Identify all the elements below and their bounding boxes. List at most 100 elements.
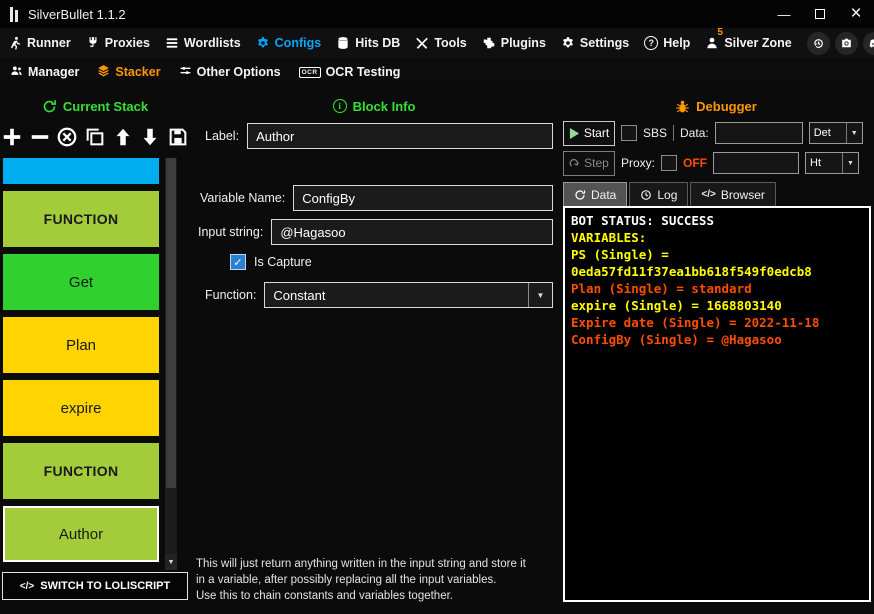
stacker-icon [97,64,110,80]
play-icon [569,127,579,139]
clear-stack-icon[interactable] [55,125,79,150]
maximize-button[interactable] [802,0,838,28]
stack-block[interactable]: FUNCTION [3,191,159,247]
tab-browser[interactable]: </> Browser [690,182,776,206]
menu-item-runner[interactable]: Runner [8,36,71,50]
menu-item-wordlists[interactable]: Wordlists [165,36,241,50]
scrollbar-thumb[interactable] [166,158,176,488]
submenu-item-other-options[interactable]: Other Options [179,64,281,80]
proxy-type-value: Ht [810,157,822,169]
separator [673,125,675,141]
window-controls: — × [766,0,874,28]
remove-block-icon[interactable] [28,125,52,150]
log-line: 0eda57fd11f37ea1bb618f549f0edcb8 [571,264,812,279]
discord-icon[interactable] [862,31,874,55]
close-button[interactable]: × [838,0,874,28]
menu-item-settings[interactable]: Settings [561,36,629,50]
wordlists-icon [165,36,179,50]
maximize-icon [815,9,825,19]
submenu-item-manager[interactable]: Manager [10,64,79,80]
save-config-icon[interactable] [166,125,190,150]
proxy-input[interactable] [713,152,800,174]
stack-toolbar [0,117,190,157]
tab-label: Log [657,187,678,202]
proxy-off-status: OFF [683,156,708,170]
menu-item-label: Configs [274,36,322,50]
block-stack-list: FUNCTION Get Plan expire FUNCTION Author [2,158,162,570]
log-line: PS (Single) = [571,247,669,262]
variable-name-input[interactable] [293,185,553,211]
history-icon[interactable] [806,31,830,55]
proxy-checkbox[interactable] [661,155,678,171]
menu-item-configs[interactable]: Configs [256,36,322,50]
submenu-item-label: Manager [28,65,80,79]
menu-item-proxies[interactable]: Proxies [86,36,150,50]
clock-icon [641,189,652,200]
log-line: ConfigBy (Single) = @Hagasoo [571,332,782,347]
label-field-row: Label: [205,123,553,149]
variable-name-field-row: Variable Name: [200,185,553,211]
duplicate-block-icon[interactable] [83,125,107,150]
submenu-item-ocr-testing[interactable]: OCR OCR Testing [298,65,401,79]
start-button-label: Start [583,126,610,140]
stack-block-selected[interactable]: Author [3,506,159,562]
debugger-log-output: BOT STATUS: SUCCESS VARIABLES: PS (Singl… [563,206,871,602]
tab-log[interactable]: Log [629,182,689,206]
log-line: Plan (Single) = standard [571,281,752,296]
menu-item-label: Settings [579,36,630,50]
sbs-checkbox[interactable] [621,125,637,141]
submenu-item-label: Stacker [115,65,161,79]
runner-icon [8,36,22,50]
menubar-icon-cluster [806,31,874,55]
function-field-row: Function: Constant ▼ [205,282,553,308]
info-icon: i [332,99,347,113]
is-capture-checkbox[interactable]: ✓ [230,254,246,270]
function-dropdown[interactable]: Constant ▼ [264,282,553,308]
move-down-icon[interactable] [139,125,163,150]
submenu-item-stacker[interactable]: Stacker [97,64,161,80]
stack-block[interactable]: FUNCTION [3,443,159,499]
menu-item-label: Help [663,36,691,50]
input-string-input[interactable] [271,219,553,245]
camera-icon[interactable] [834,31,858,55]
step-button[interactable]: Step [563,150,615,176]
data-type-value: Det [813,127,831,139]
menu-item-label: Plugins [500,36,546,50]
menu-item-silver-zone[interactable]: 5 Silver Zone [705,27,792,50]
minimize-button[interactable]: — [766,0,802,28]
debugger-header: Debugger [558,94,874,118]
chevron-down-icon: ▼ [842,153,858,173]
switch-to-loliscript-button[interactable]: </> SWITCH TO LOLISCRIPT [2,572,188,600]
sliders-icon [179,64,192,80]
debugger-row-2: Step Proxy: OFF Ht ▼ [563,150,871,176]
stack-block[interactable]: expire [3,380,159,436]
menu-item-tools[interactable]: Tools [415,36,467,50]
ocr-icon: OCR [298,66,321,78]
silver-zone-badge: 5 [717,27,723,38]
scroll-down-arrow-icon[interactable]: ▼ [165,554,177,570]
menu-item-plugins[interactable]: Plugins [482,36,546,50]
data-input[interactable] [714,122,803,144]
stack-block[interactable] [3,158,159,184]
stack-block[interactable]: Get [3,254,159,310]
label-input[interactable] [247,123,553,149]
input-string-field-row: Input string: [198,219,553,245]
stack-block[interactable]: Plan [3,317,159,373]
stack-scrollbar[interactable]: ▼ [165,158,177,570]
refresh-icon[interactable] [42,99,57,114]
submenu-item-label: OCR Testing [325,65,401,79]
silver-zone-user-icon [705,36,719,50]
block-help-text: This will just return anything written i… [196,558,526,603]
config-submenu: Manager Stacker Other Options OCR OCR Te… [0,58,874,86]
add-block-icon[interactable] [0,125,24,150]
menu-item-label: Proxies [104,36,150,50]
proxy-type-dropdown[interactable]: Ht ▼ [805,152,860,174]
log-line: BOT STATUS: SUCCESS [571,213,714,228]
data-type-dropdown[interactable]: Det ▼ [808,122,863,144]
menu-item-help[interactable]: ? Help [644,36,690,50]
move-up-icon[interactable] [111,125,135,150]
start-button[interactable]: Start [563,120,615,146]
plugins-icon [482,36,496,50]
menu-item-hits-db[interactable]: Hits DB [336,36,400,50]
tab-data[interactable]: Data [563,182,628,206]
